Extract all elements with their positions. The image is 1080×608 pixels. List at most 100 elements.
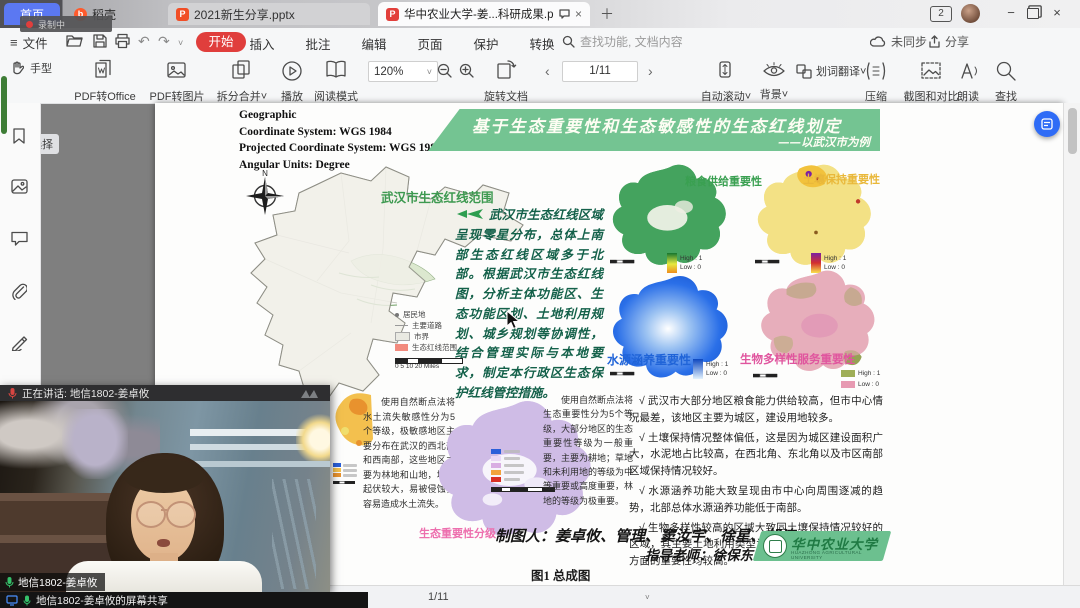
undo-icon[interactable]: ↶ — [138, 33, 150, 50]
restore-button[interactable] — [1027, 8, 1039, 19]
menu-insert[interactable]: 插入 — [240, 34, 284, 53]
glasses-left-lens — [136, 501, 166, 528]
watermark-logo-icon — [300, 388, 322, 399]
bio-low-swatch — [841, 381, 855, 388]
webcam-video[interactable] — [0, 401, 330, 592]
water-legend: High : 1Low : 0 — [693, 359, 728, 379]
close-button[interactable]: × — [1048, 5, 1066, 20]
print-icon[interactable] — [114, 33, 131, 49]
play-button[interactable]: 播放 — [272, 59, 312, 104]
caret-icon: ˅ — [427, 67, 432, 77]
menu-comment[interactable]: 批注 — [296, 34, 340, 53]
menu-pages[interactable]: 页面 — [408, 34, 452, 53]
poster-banner: 基于生态重要性和生态敏感性的生态红线划定 ——以武汉市为例 — [428, 109, 880, 151]
compress-icon — [864, 59, 888, 83]
hand-icon — [10, 61, 24, 75]
open-icon[interactable] — [66, 33, 84, 49]
comment-panel-icon[interactable] — [11, 231, 28, 246]
pdf-file-icon: P — [386, 8, 399, 21]
sync-status[interactable]: 未同步 — [870, 33, 927, 50]
menu-convert[interactable]: 转换 — [520, 34, 564, 53]
find-icon — [994, 59, 1018, 83]
search-input[interactable]: 查找功能, 文档内容 — [562, 33, 683, 50]
split-merge-button[interactable]: 拆分合并˅ — [212, 59, 272, 104]
statusbar-page: 1/11 — [428, 591, 449, 603]
main-paragraph-block: 武汉市生态红线区域呈现零星分布，总体上南部生态红线区域多于北部。根据武汉市生态红… — [455, 205, 603, 403]
bio-map-title: 生物多样性服务重要性 — [740, 351, 855, 367]
menu-start[interactable]: 开始 — [196, 32, 246, 52]
zoom-in-icon[interactable] — [459, 63, 475, 79]
share-button[interactable]: 分享 — [928, 33, 969, 50]
snapshot-compare-icon — [919, 59, 943, 83]
tab-pptx[interactable]: P 2021新生分享.pptx — [168, 3, 370, 25]
webcam-name-chip: 地信1802-姜卓攸 — [0, 573, 105, 591]
tab-pdf-active[interactable]: P 华中农业大学-姜...科研成果.pdf × — [378, 2, 590, 26]
monitor-icon — [6, 595, 18, 606]
cloud-icon — [870, 35, 887, 48]
eye-icon — [761, 59, 787, 81]
signature-icon[interactable] — [11, 335, 28, 351]
scrollbar[interactable] — [1063, 103, 1080, 585]
hand-tool[interactable]: 手型 — [10, 60, 52, 76]
compress-button[interactable]: 压缩 — [854, 59, 898, 104]
bio-high-swatch — [841, 370, 855, 377]
read-aloud-button[interactable]: 朗读 — [948, 59, 988, 104]
water-map-title: 水源涵养重要性 — [607, 351, 691, 368]
menu-protect[interactable]: 保护 — [464, 34, 508, 53]
background-button[interactable]: 背景˅ — [752, 59, 796, 102]
poster-subtitle: ——以武汉市为例 — [778, 134, 870, 150]
tab-close-icon[interactable]: × — [575, 7, 582, 21]
save-icon[interactable] — [92, 33, 108, 49]
search-icon — [562, 35, 575, 48]
rotate-doc-icon — [494, 59, 518, 83]
new-tab-button[interactable]: ＋ — [600, 4, 614, 24]
play-icon — [280, 59, 304, 83]
pdf-to-office-button[interactable]: PDF转Office — [70, 59, 140, 104]
mouse-cursor — [506, 310, 522, 330]
mic-on-icon — [5, 576, 14, 588]
ppt-file-icon: P — [176, 8, 189, 21]
credits-line1: 制图人：姜卓攸、管理、窦汝宇、徐星、胡涛 — [495, 525, 795, 546]
desk-lamp-glow — [296, 413, 330, 461]
find-button[interactable]: 查找 — [986, 59, 1026, 104]
pdf-to-office-icon — [92, 59, 118, 83]
person-bangs — [124, 459, 204, 493]
zoom-out-icon[interactable] — [437, 63, 453, 79]
screen-share-indicator[interactable]: 地信1802-姜卓攸的屏幕共享 — [0, 592, 368, 608]
redo-icon[interactable]: ↷ — [158, 33, 170, 50]
caret-icon: ˅ — [261, 91, 267, 103]
image-panel-icon[interactable] — [11, 179, 28, 194]
read-mode-button[interactable]: 阅读模式 — [310, 59, 362, 104]
glasses-bridge — [161, 509, 167, 511]
water-scale — [610, 372, 634, 374]
next-page-icon[interactable]: › — [648, 63, 653, 79]
scrollbar-thumb[interactable] — [1068, 108, 1077, 154]
pdf-to-image-icon — [165, 59, 189, 83]
webcam-overlay: 正在讲话: 地信1802-姜卓攸 地信1802-姜卓攸 — [0, 385, 330, 592]
page-indicator[interactable]: 1/11 — [562, 61, 638, 82]
auto-scroll-icon — [717, 59, 735, 83]
quickbar-caret-icon[interactable]: ˅ — [178, 38, 183, 48]
minimize-button[interactable]: − — [1002, 5, 1020, 20]
bookmark-icon[interactable] — [11, 127, 27, 145]
auto-scroll-button[interactable]: 自动滚动˅ — [698, 59, 754, 104]
soil-scale — [755, 260, 779, 262]
avatar[interactable] — [961, 4, 980, 23]
panel-indicator[interactable] — [1, 76, 7, 134]
recording-dot-icon — [26, 21, 33, 28]
eco-grading-text: 使用自然断点法将生态重要性分为5个等级，大部分地区的生态重要性等级为一般重要，主… — [543, 393, 633, 508]
file-menu[interactable]: ≡ 文件 — [10, 33, 48, 52]
caret-icon[interactable]: ˅ — [645, 593, 650, 602]
water-legend-ramp — [693, 359, 703, 379]
window-count-badge[interactable]: 2 — [930, 6, 952, 22]
wps-assistant-button[interactable] — [1034, 111, 1060, 137]
zoom-select[interactable]: 120%˅ — [368, 61, 438, 82]
menu-edit[interactable]: 编辑 — [352, 34, 396, 53]
prev-page-icon[interactable]: ‹ — [545, 63, 550, 79]
rotate-doc-button[interactable]: 旋转文档 — [478, 59, 534, 104]
assistant-panel-icon — [1041, 118, 1053, 130]
attachment-icon[interactable] — [11, 283, 27, 300]
caret-icon: ˅ — [745, 91, 751, 103]
pdf-to-image-button[interactable]: PDF转图片 — [146, 59, 208, 104]
read-mode-icon — [323, 59, 349, 83]
